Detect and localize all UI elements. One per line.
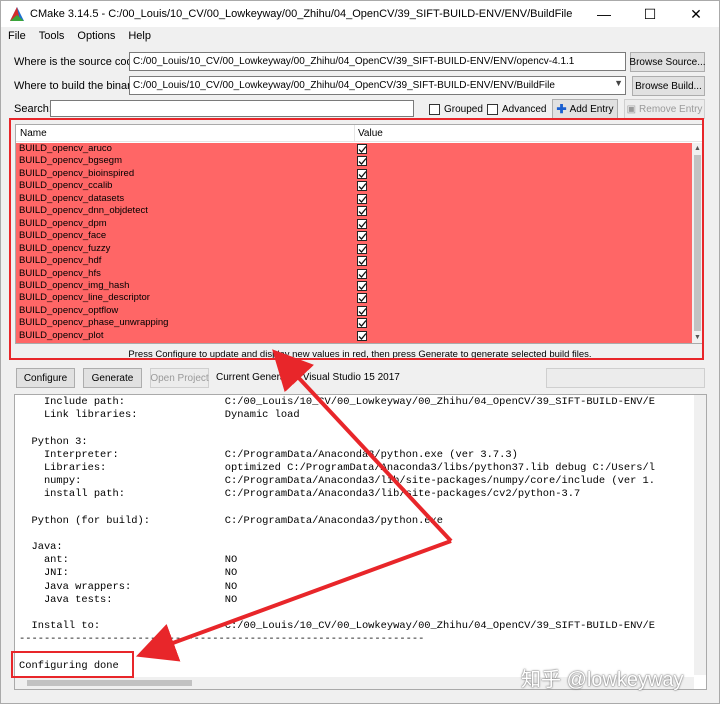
arrow-to-table — [272, 349, 453, 543]
watermark-text: 知乎 @lowkeyway — [521, 669, 684, 691]
cmake-window: CMake 3.14.5 - C:/00_Louis/10_CV/00_Lowk… — [0, 0, 720, 704]
arrow-to-done — [135, 539, 452, 662]
annotation-arrows-icon — [135, 349, 453, 662]
